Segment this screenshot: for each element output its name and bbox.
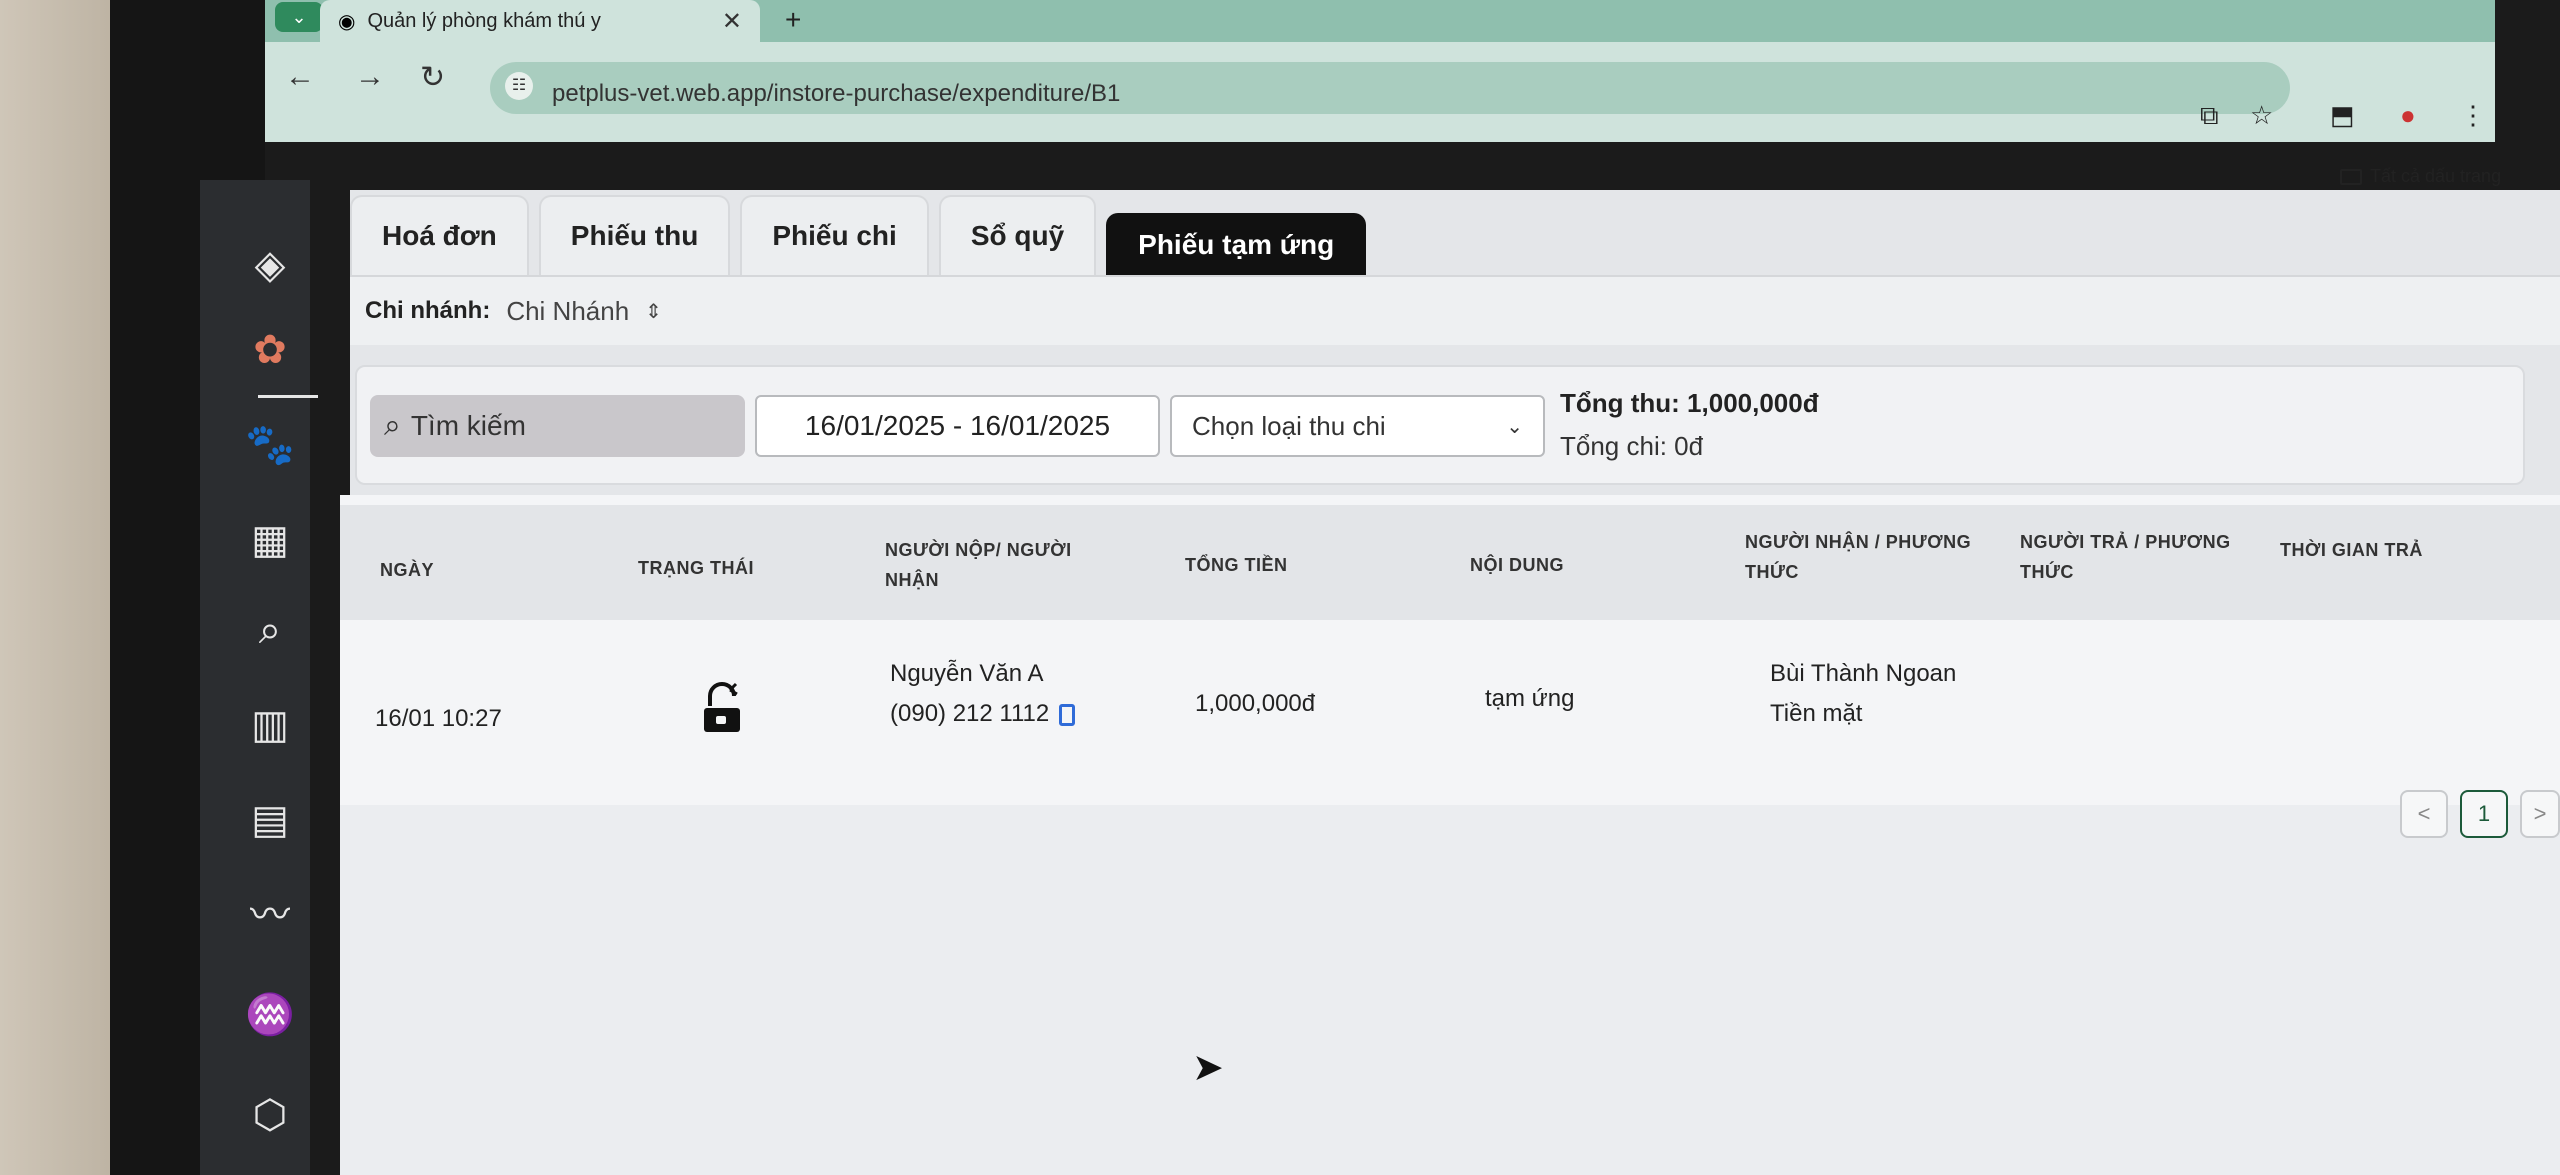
row-payer-name: Nguyễn Văn A: [890, 660, 1044, 687]
row-date: 16/01 10:27: [375, 705, 502, 732]
sidebar-active-indicator: [258, 395, 318, 398]
col-total: TỔNG TIỀN: [1185, 555, 1288, 575]
col-payer-line2: NHẬN: [885, 570, 939, 590]
totals-summary: Tổng thu: 1,000,000đ Tổng chi: 0đ: [1560, 388, 1819, 462]
search-placeholder: Tìm kiếm: [410, 410, 526, 441]
col-payer: NGƯỜI NỘP/ NGƯỜI NHẬN: [885, 535, 1072, 595]
col-content: NỘI DUNG: [1470, 555, 1564, 575]
url-text[interactable]: petplus-vet.web.app/instore-purchase/exp…: [552, 80, 1120, 108]
new-tab-button[interactable]: +: [785, 4, 801, 36]
forward-arrow-icon[interactable]: →: [355, 60, 385, 94]
branch-selector-row: Chi nhánh: Chi Nhánh ⇕: [350, 275, 2560, 345]
copy-icon[interactable]: [1059, 703, 1076, 726]
tab-title: Quản lý phòng khám thú y: [367, 9, 601, 32]
close-tab-icon[interactable]: ✕: [722, 7, 742, 36]
type-select[interactable]: Chọn loại thu chi ⌄: [1170, 395, 1545, 457]
screen: ⌄ ◉ Quản lý phòng khám thú y ✕ + – ❐ ✕ ←…: [0, 0, 2560, 1175]
trend-line-icon[interactable]: 〰: [240, 890, 300, 940]
col-returner: NGƯỜI TRẢ / PHƯƠNG THỨC: [2020, 527, 2231, 587]
avatar[interactable]: ✿: [240, 325, 300, 375]
tab-receipt[interactable]: Phiếu thu: [538, 195, 731, 275]
total-expense: Tổng chi: 0đ: [1560, 431, 1704, 461]
col-returner-line2: THỨC: [2020, 562, 2074, 582]
browser-menu-icon[interactable]: ⋮: [2460, 100, 2486, 131]
pagination-next[interactable]: >: [2520, 790, 2560, 838]
search-input[interactable]: ⌕ Tìm kiếm: [370, 395, 745, 457]
col-date: NGÀY: [380, 560, 435, 580]
col-receiver: NGƯỜI NHẬN / PHƯƠNG THỨC: [1745, 527, 1971, 587]
all-bookmarks-button[interactable]: Tất cả dấu trang: [2340, 166, 2501, 187]
empty-area: [340, 805, 2560, 1175]
chevron-up-down-icon[interactable]: ⇕: [645, 299, 662, 324]
calendar-icon[interactable]: ▦: [240, 515, 300, 565]
type-select-placeholder: Chọn loại thu chi: [1192, 410, 1386, 441]
background-paper: [0, 0, 115, 1175]
col-receiver-line2: THỨC: [1745, 562, 1799, 582]
chevron-down-icon: ⌄: [1506, 415, 1523, 438]
tab-invoice[interactable]: Hoá đơn: [350, 195, 529, 275]
row-content: tạm ứng: [1485, 685, 1575, 712]
tab-payment[interactable]: Phiếu chi: [740, 195, 929, 275]
total-income: Tổng thu: 1,000,000đ: [1560, 388, 1819, 418]
browser-tab[interactable]: ◉ Quản lý phòng khám thú y ✕: [320, 0, 760, 42]
col-payer-line1: NGƯỜI NỘP/ NGƯỜI: [885, 540, 1072, 560]
pagination-page[interactable]: 1: [2460, 790, 2508, 838]
row-payer-phone-wrap: (090) 212 1112: [890, 700, 1076, 728]
search-icon: ⌕: [384, 409, 401, 442]
tab-cashbook[interactable]: Sổ quỹ: [938, 195, 1097, 275]
table-header: NGÀY TRẠNG THÁI NGƯỜI NỘP/ NGƯỜI NHẬN TỔ…: [340, 505, 2560, 620]
bookmarks-label: Tất cả dấu trang: [2370, 166, 2502, 186]
date-range-picker[interactable]: 16/01/2025 - 16/01/2025: [755, 395, 1160, 457]
cube-icon[interactable]: ⬡: [240, 1090, 300, 1140]
branch-select[interactable]: Chi Nhánh: [506, 296, 629, 327]
row-payer-phone: (090) 212 1112: [890, 700, 1050, 727]
col-status: TRẠNG THÁI: [638, 558, 754, 578]
row-total: 1,000,000đ: [1195, 690, 1316, 717]
bookmark-star-icon[interactable]: ☆: [2250, 100, 2273, 131]
unlock-status-icon[interactable]: [700, 678, 746, 738]
app-logo-icon[interactable]: ◈: [240, 240, 300, 290]
table-row[interactable]: 16/01 10:27 Nguyễn Văn A (090) 212 1112 …: [340, 625, 2560, 800]
site-settings-icon[interactable]: ☷: [505, 72, 533, 100]
row-receiver-method: Tiền mặt: [1770, 700, 1863, 727]
document-tabs: Hoá đơn Phiếu thu Phiếu chi Sổ quỹ Phiếu…: [350, 195, 1367, 275]
install-app-icon[interactable]: ⧉: [2200, 100, 2219, 132]
tab-search-button[interactable]: ⌄: [275, 2, 323, 32]
reload-icon[interactable]: ↻: [420, 60, 445, 95]
tab-advance[interactable]: Phiếu tạm ứng: [1106, 213, 1367, 275]
profile-avatar[interactable]: ●: [2400, 100, 2416, 131]
folder-icon: [2340, 168, 2362, 185]
bar-chart-icon[interactable]: ▥: [240, 700, 300, 750]
search-icon[interactable]: ⌕: [240, 605, 300, 655]
extensions-icon[interactable]: ⬒: [2330, 100, 2355, 131]
back-arrow-icon[interactable]: ←: [285, 60, 315, 94]
receipt-icon[interactable]: ▤: [240, 795, 300, 845]
mouse-cursor-icon: ➤: [1192, 1047, 1224, 1089]
col-return-time: THỜI GIAN TRẢ: [2280, 540, 2423, 560]
pagination-prev[interactable]: <: [2400, 790, 2448, 838]
row-receiver-name: Bùi Thành Ngoan: [1770, 660, 1957, 687]
branch-label: Chi nhánh:: [365, 297, 491, 324]
col-returner-line1: NGƯỜI TRẢ / PHƯƠNG: [2020, 532, 2231, 552]
paw-icon[interactable]: 🐾: [240, 420, 300, 470]
favicon-icon: ◉: [338, 10, 356, 33]
pulse-icon[interactable]: ♒: [240, 990, 300, 1040]
col-receiver-line1: NGƯỜI NHẬN / PHƯƠNG: [1745, 532, 1972, 552]
